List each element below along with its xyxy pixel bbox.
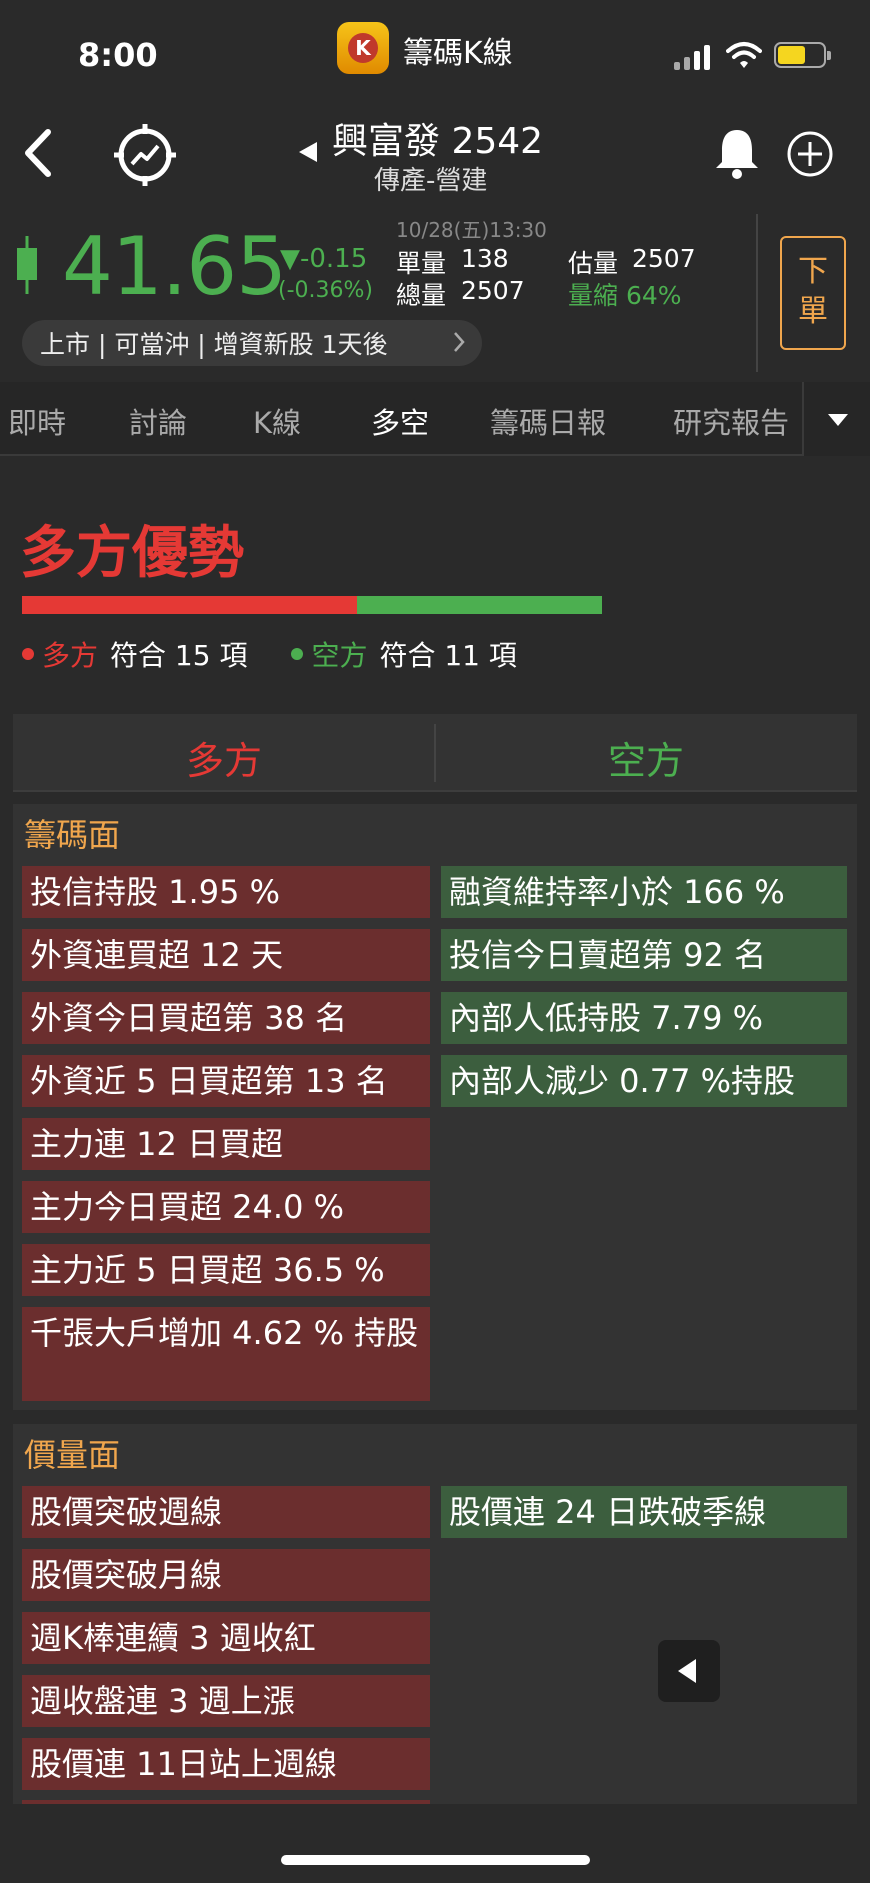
bear-ratio-bar <box>357 596 602 614</box>
total-volume-label: 總量 <box>396 281 447 310</box>
bear-legend-count: 符合 11 項 <box>379 639 517 672</box>
unit-volume: 138 <box>461 244 509 273</box>
price-change: ▼-0.15 <box>280 244 368 274</box>
bull-item: 外資近 5 日買超第 13 名 <box>22 1055 430 1107</box>
dropdown-icon <box>828 414 848 426</box>
place-order-label: 下單 <box>798 254 828 329</box>
wifi-icon <box>726 42 762 68</box>
bear-column-header: 空方 <box>607 739 684 783</box>
price-volume-section-title: 價量面 <box>24 1436 121 1474</box>
stock-price: 41.65 <box>62 220 287 313</box>
est-volume-label: 估量 <box>568 249 619 278</box>
bull-dot <box>22 648 34 660</box>
bear-item: 融資維持率小於 166 % <box>441 866 847 918</box>
bull-legend-label: 多方 <box>42 639 99 672</box>
home-indicator[interactable] <box>281 1855 590 1865</box>
bull-column-header: 多方 <box>185 739 262 783</box>
bull-item-partial <box>22 1800 430 1804</box>
stock-info-text: 上市 | 可當沖 | 增資新股 1天後 <box>40 330 388 359</box>
stock-info-pill[interactable]: 上市 | 可當沖 | 增資新股 1天後 <box>22 320 482 366</box>
previous-stock-icon[interactable] <box>297 140 319 164</box>
arrow-left-icon <box>678 1659 696 1683</box>
cellular-signal-icon <box>674 44 710 70</box>
bull-ratio-bar <box>22 596 357 614</box>
add-watchlist-icon[interactable] <box>786 130 834 178</box>
total-volume: 2507 <box>461 276 525 305</box>
stock-title: 興富發 2542 <box>332 121 544 162</box>
trend-target-icon[interactable] <box>112 122 178 188</box>
app-icon: K <box>337 22 389 74</box>
volume-shrink: 量縮 64% <box>568 281 682 310</box>
tab-chip-daily[interactable]: 籌碼日報 <box>490 400 606 442</box>
verdict-title: 多方優勢 <box>20 521 244 586</box>
bear-item: 投信今日賣超第 92 名 <box>441 929 847 981</box>
verdict-legend: 多方 符合 15 項 空方 符合 11 項 <box>22 634 517 674</box>
bull-item: 週收盤連 3 週上漲 <box>22 1675 430 1727</box>
bull-item: 千張大戶增加 4.62 % 持股 <box>22 1307 430 1401</box>
status-time: 8:00 <box>78 36 158 74</box>
bull-item: 股價突破月線 <box>22 1549 430 1601</box>
tab-more-button[interactable] <box>802 382 870 456</box>
price-change-percent: (-0.36%) <box>278 278 373 303</box>
bull-item: 週K棒連續 3 週收紅 <box>22 1612 430 1664</box>
tab-research[interactable]: 研究報告 <box>673 400 799 442</box>
unit-volume-label: 單量 <box>396 249 447 278</box>
bull-item: 投信持股 1.95 % <box>22 866 430 918</box>
bull-legend-count: 符合 15 項 <box>110 639 248 672</box>
tab-realtime[interactable]: 即時 <box>8 400 66 442</box>
collapse-panel-button[interactable] <box>658 1640 720 1702</box>
bull-item: 主力近 5 日買超 36.5 % <box>22 1244 430 1296</box>
bull-item: 主力連 12 日買超 <box>22 1118 430 1170</box>
bear-item: 內部人減少 0.77 %持股 <box>441 1055 847 1107</box>
place-order-button[interactable]: 下單 <box>780 236 846 350</box>
bell-icon[interactable] <box>712 126 762 180</box>
tab-kline[interactable]: K線 <box>253 400 301 442</box>
chips-section-title: 籌碼面 <box>24 816 121 854</box>
bear-item: 股價連 24 日跌破季線 <box>441 1486 847 1538</box>
bull-item: 外資今日買超第 38 名 <box>22 992 430 1044</box>
candle-icon <box>17 236 37 294</box>
est-volume: 2507 <box>632 244 696 273</box>
battery-icon <box>774 42 831 68</box>
quote-divider <box>756 214 758 372</box>
tab-discussion[interactable]: 討論 <box>129 400 187 442</box>
chevron-right-icon <box>454 332 465 352</box>
app-screen: 8:00 K 籌碼K線 興富發 2542 傳產-營建 41.65 ▼-0.15 … <box>0 0 870 1883</box>
quote-datetime: 10/28(五)13:30 <box>396 218 547 242</box>
bull-item: 股價突破週線 <box>22 1486 430 1538</box>
bull-item: 主力今日買超 24.0 % <box>22 1181 430 1233</box>
bull-item: 外資連買超 12 天 <box>22 929 430 981</box>
back-icon[interactable] <box>18 126 58 180</box>
bull-item: 股價連 11日站上週線 <box>22 1738 430 1790</box>
app-name: 籌碼K線 <box>403 36 513 71</box>
bear-legend-label: 空方 <box>311 639 368 672</box>
bear-item: 內部人低持股 7.79 % <box>441 992 847 1044</box>
stock-industry: 傳產-營建 <box>374 166 488 196</box>
tab-bull-bear[interactable]: 多空 <box>371 400 429 442</box>
bear-dot <box>291 648 304 660</box>
